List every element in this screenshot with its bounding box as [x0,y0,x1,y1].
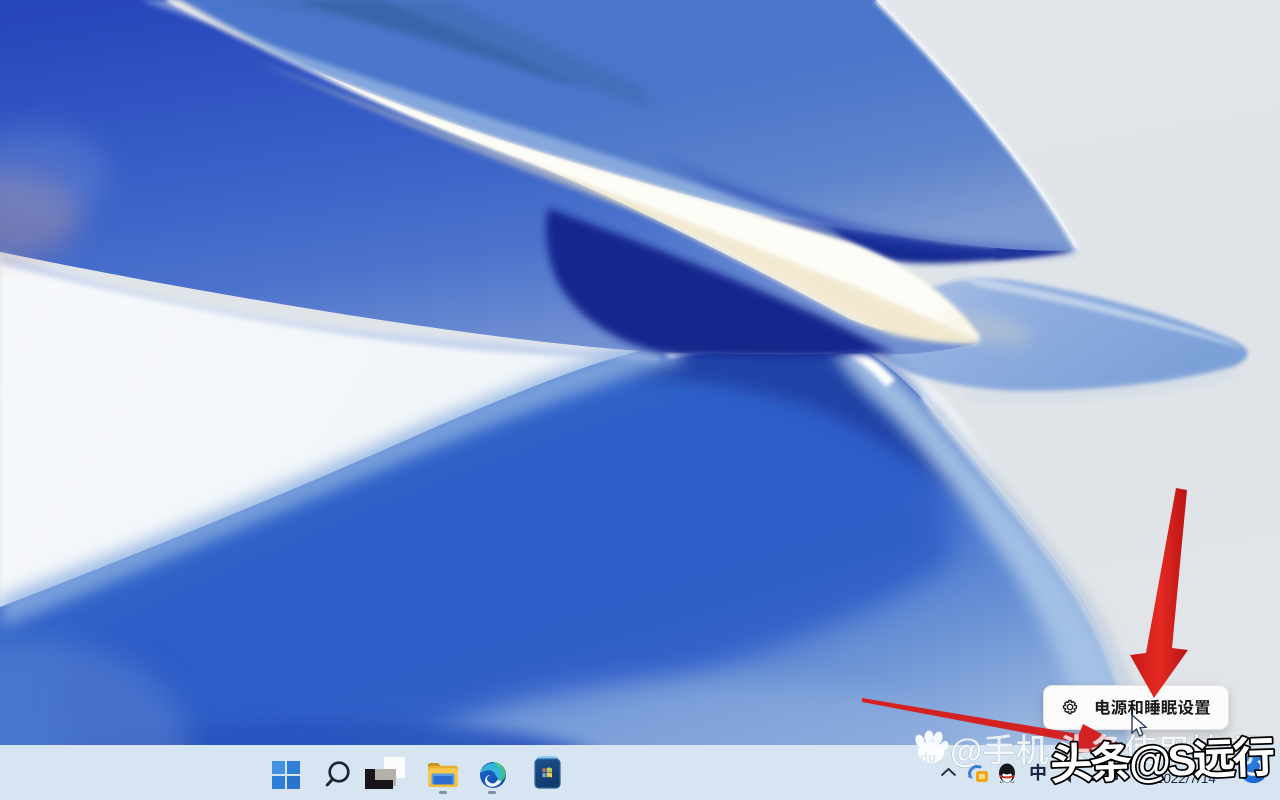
svg-text:@S: @S [1128,737,1195,787]
